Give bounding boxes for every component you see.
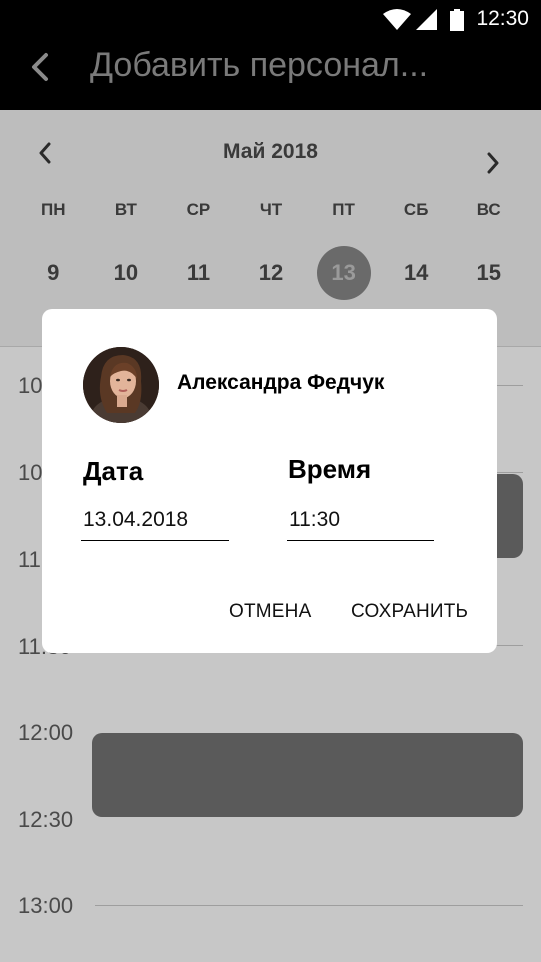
day-cell-selected[interactable]: 13 (307, 246, 380, 300)
status-bar: 12:30 (0, 0, 541, 40)
day-number: 12 (258, 260, 284, 285)
page-title: Добавить персонал... (90, 46, 429, 84)
day-cell[interactable]: 14 (380, 247, 453, 299)
event-block[interactable] (92, 733, 523, 817)
day-number: 14 (403, 260, 429, 285)
weekday-label: ЧТ (259, 200, 283, 219)
save-button[interactable]: СОХРАНИТЬ (351, 601, 468, 623)
weekday-row: ПН ВТ СР ЧТ ПТ СБ ВС (17, 200, 525, 220)
time-label: 10 (18, 373, 43, 398)
battery-icon (450, 9, 464, 31)
hour-line (95, 905, 523, 906)
day-number: 13 (331, 260, 356, 285)
status-time: 12:30 (476, 7, 529, 30)
weekday-label: ПН (41, 200, 66, 219)
day-cell[interactable]: 9 (17, 247, 90, 299)
app-bar: Добавить персонал... (0, 40, 541, 110)
day-number: 15 (476, 260, 501, 285)
day-number: 9 (47, 260, 60, 285)
date-field[interactable]: 13.04.2018 (81, 508, 229, 541)
day-cell[interactable]: 11 (162, 247, 235, 299)
signal-icon (416, 9, 437, 30)
weekday-label: ПТ (332, 200, 355, 219)
time-label: 11 (18, 547, 41, 572)
day-cell[interactable]: 15 (452, 247, 525, 299)
person-name: Александра Федчук (177, 371, 385, 394)
chevron-left-icon[interactable] (26, 52, 56, 82)
next-month-icon[interactable] (486, 152, 500, 174)
time-label: 12:30 (18, 807, 74, 832)
day-cell[interactable]: 12 (235, 247, 308, 299)
day-cell[interactable]: 10 (90, 247, 163, 299)
weekday-label: СБ (403, 200, 429, 219)
day-number: 10 (113, 260, 139, 285)
time-label: 10 (18, 460, 43, 485)
cancel-button[interactable]: ОТМЕНА (229, 601, 311, 623)
calendar-month: Май 2018 (223, 140, 318, 163)
day-number: 11 (186, 260, 211, 285)
day-row: 9 10 11 12 13 14 15 (17, 246, 525, 300)
time-label: 12:00 (18, 720, 74, 745)
avatar-photo (83, 347, 159, 423)
weekday-label: ВТ (114, 200, 137, 219)
time-label: 13:00 (18, 893, 74, 918)
wifi-icon (383, 9, 411, 30)
time-field-label: Время (288, 454, 372, 484)
weekday-label: СР (186, 200, 211, 219)
weekday-label: ВС (476, 200, 501, 219)
avatar (83, 347, 159, 423)
time-field[interactable]: 11:30 (287, 508, 434, 541)
add-staff-dialog: Александра Федчук Дата 13.04.2018 Время … (42, 309, 497, 653)
date-label: Дата (83, 456, 144, 486)
